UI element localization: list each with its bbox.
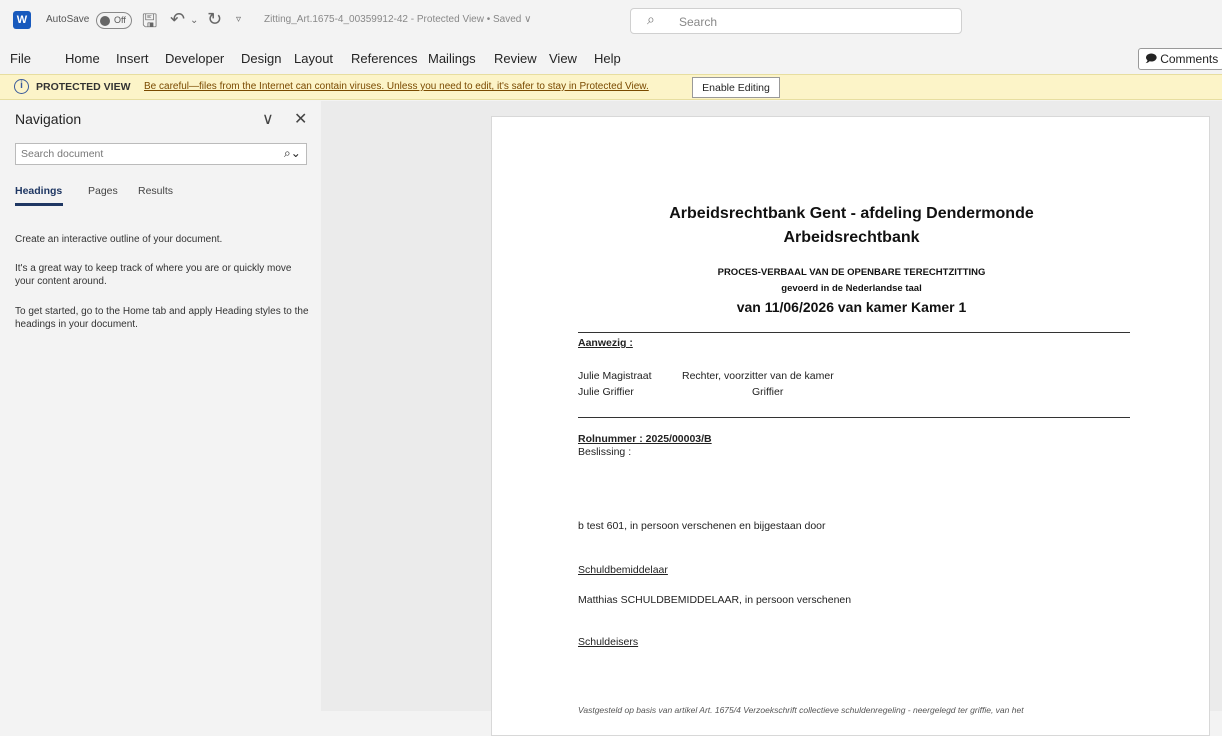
divider bbox=[578, 417, 1130, 418]
autosave-state: Off bbox=[114, 15, 126, 25]
undo-icon[interactable]: ↶ bbox=[170, 9, 185, 30]
navigation-pane: Navigation ∨ ✕ Search document ⌕⌄ Headin… bbox=[0, 101, 320, 711]
title-bar: W AutoSave Off 🖫 ↶ ⌄ ↻ ▿ Zitting_Art.167… bbox=[0, 0, 1222, 42]
search-options-icon[interactable]: ⌕⌄ bbox=[284, 146, 301, 161]
active-tab-indicator bbox=[15, 203, 63, 206]
autosave-label: AutoSave bbox=[46, 14, 90, 25]
tab-view[interactable]: View bbox=[549, 51, 577, 66]
pv-language: gevoerd in de Nederlandse taal bbox=[781, 283, 922, 294]
search-document-input[interactable]: Search document ⌕⌄ bbox=[15, 143, 307, 165]
chevron-down-icon[interactable]: ∨ bbox=[262, 109, 274, 128]
document-title[interactable]: Zitting_Art.1675-4_00359912-42 - Protect… bbox=[264, 14, 531, 25]
comment-icon: 🗩 bbox=[1145, 51, 1158, 65]
session-date: van 11/06/2026 van kamer Kamer 1 bbox=[736, 299, 967, 315]
nav-help-text: To get started, go to the Home tab and a… bbox=[15, 306, 309, 330]
protected-view-title: PROTECTED VIEW bbox=[36, 81, 131, 93]
tab-help[interactable]: Help bbox=[594, 51, 621, 66]
autosave-toggle[interactable]: Off bbox=[96, 12, 132, 29]
protected-view-message[interactable]: Be careful—files from the Internet can c… bbox=[144, 81, 649, 92]
tab-mailings[interactable]: Mailings bbox=[428, 51, 476, 66]
tab-review[interactable]: Review bbox=[494, 51, 537, 66]
close-icon[interactable]: ✕ bbox=[294, 109, 307, 128]
tab-pages[interactable]: Pages bbox=[88, 185, 118, 197]
pv-title: PROCES-VERBAAL VAN DE OPENBARE TERECHTZI… bbox=[717, 267, 986, 278]
person-role: Rechter, voorzitter van de kamer bbox=[682, 370, 834, 382]
redo-icon[interactable]: ↻ bbox=[207, 9, 222, 30]
document-page[interactable]: Arbeidsrechtbank Gent - afdeling Denderm… bbox=[491, 116, 1210, 736]
person-name: Julie Magistraat bbox=[578, 370, 652, 382]
tab-file[interactable]: File bbox=[10, 51, 31, 66]
customize-qat-icon[interactable]: ▿ bbox=[236, 14, 241, 25]
nav-help-text: Create an interactive outline of your do… bbox=[15, 234, 223, 245]
tab-layout[interactable]: Layout bbox=[294, 51, 333, 66]
footer-text: Vastgesteld op basis van artikel Art. 16… bbox=[578, 705, 1024, 715]
party-line: b test 601, in persoon verschenen en bij… bbox=[578, 520, 826, 532]
navigation-title: Navigation bbox=[15, 111, 82, 127]
comments-label: Comments bbox=[1160, 52, 1219, 66]
save-icon[interactable]: 🖫 bbox=[142, 9, 157, 39]
word-icon[interactable]: W bbox=[13, 11, 31, 29]
ribbon-tabs: File Home Insert Developer Design Layout… bbox=[0, 42, 1222, 74]
nav-help-text: It's a great way to keep track of where … bbox=[15, 263, 292, 287]
enable-editing-button[interactable]: Enable Editing bbox=[692, 77, 780, 98]
tab-design[interactable]: Design bbox=[241, 51, 281, 66]
search-document-placeholder: Search document bbox=[21, 148, 104, 160]
aanwezig-label: Aanwezig : bbox=[578, 337, 633, 349]
person-role: Griffier bbox=[752, 386, 784, 398]
tab-results[interactable]: Results bbox=[138, 185, 173, 197]
tab-developer[interactable]: Developer bbox=[165, 51, 224, 66]
document-area[interactable]: Arbeidsrechtbank Gent - afdeling Denderm… bbox=[321, 101, 1222, 736]
search-icon: ⌕ bbox=[647, 12, 655, 28]
tab-references[interactable]: References bbox=[351, 51, 417, 66]
court-name: Arbeidsrechtbank Gent - afdeling Denderm… bbox=[669, 205, 1034, 222]
search-box[interactable]: ⌕ Search bbox=[630, 8, 962, 34]
toggle-knob bbox=[100, 16, 110, 26]
tab-headings[interactable]: Headings bbox=[15, 185, 62, 197]
rolnummer: Rolnummer : 2025/00003/B bbox=[578, 433, 712, 445]
protected-view-bar: i PROTECTED VIEW Be careful—files from t… bbox=[0, 74, 1222, 100]
tab-home[interactable]: Home bbox=[65, 51, 100, 66]
person-name: Julie Griffier bbox=[578, 386, 634, 398]
tab-insert[interactable]: Insert bbox=[116, 51, 149, 66]
undo-dropdown-icon[interactable]: ⌄ bbox=[190, 15, 198, 26]
info-shield-icon: i bbox=[14, 79, 29, 94]
court-subtitle: Arbeidsrechtbank bbox=[783, 229, 920, 246]
schuldeisers-label: Schuldeisers bbox=[578, 636, 639, 648]
schuldbemiddelaar-label: Schuldbemiddelaar bbox=[578, 564, 668, 576]
schuldbemiddelaar-line: Matthias SCHULDBEMIDDELAAR, in persoon v… bbox=[578, 594, 852, 606]
divider bbox=[578, 332, 1130, 333]
beslissing-label: Beslissing : bbox=[578, 446, 632, 458]
comments-button[interactable]: 🗩 Comments bbox=[1138, 48, 1222, 70]
search-placeholder: Search bbox=[679, 15, 718, 29]
